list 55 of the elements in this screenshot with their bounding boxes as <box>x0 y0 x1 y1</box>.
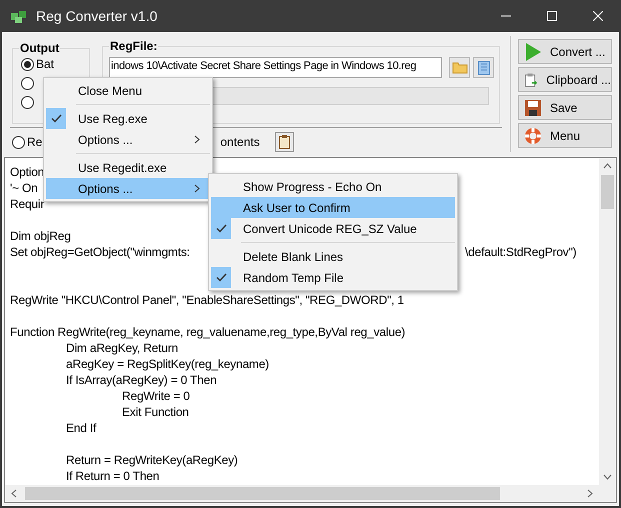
action-button[interactable]: Menu <box>518 123 612 148</box>
app-icon <box>10 8 28 24</box>
action-button[interactable]: Save <box>518 95 612 120</box>
code-line: Requir <box>10 196 44 212</box>
menu-item[interactable]: Convert Unicode REG_SZ Value <box>211 218 455 239</box>
open-folder-button[interactable] <box>449 57 470 78</box>
code-line: If Return = 0 Then <box>65 468 160 484</box>
menu-item[interactable]: Show Progress - Echo On <box>211 176 455 197</box>
action-button[interactable]: Convert ... <box>518 39 612 64</box>
menu-item[interactable]: Use Regedit.exe <box>46 157 210 178</box>
scrollbar-thumb[interactable] <box>601 175 614 209</box>
radio-label: Bat <box>36 57 54 71</box>
radio-label: Re <box>27 134 42 151</box>
code-line: aRegKey = RegSplitKey(reg_keyname) <box>65 356 269 372</box>
code-line: RegWrite = 0 <box>121 388 190 404</box>
code-line: Function RegWrite(reg_keyname, reg_valuename,reg_type,ByVal reg_value) <box>10 324 406 340</box>
menu-item[interactable]: Close Menu <box>46 80 210 101</box>
notepad-icon <box>478 60 490 75</box>
group-title: RegFile: <box>109 38 158 54</box>
clipboard-icon <box>278 135 290 149</box>
code-line: RegWrite "HKCU\Control Panel", "EnableShareSettings", "REG_DWORD", 1 <box>10 292 404 308</box>
code-line: Option <box>10 164 44 180</box>
radio-button[interactable] <box>21 96 34 109</box>
menu-item[interactable]: Options ... <box>46 129 210 150</box>
code-line: Dim aRegKey, Return <box>65 340 178 356</box>
paste-button[interactable] <box>274 132 294 152</box>
menu-item[interactable]: Ask User to Confirm <box>211 197 455 218</box>
menu-item[interactable]: Delete Blank Lines <box>211 246 455 267</box>
horizontal-scrollbar[interactable] <box>5 485 616 502</box>
edit-file-button[interactable] <box>473 57 494 78</box>
code-line: Return = RegWriteKey(aRegKey) <box>65 452 238 468</box>
code-line: \default:StdRegProv") <box>465 244 576 260</box>
code-line: Set objReg=GetObject("winmgmts: <box>10 245 190 259</box>
folder-icon <box>452 61 468 74</box>
code-line: Exit Function <box>121 404 189 420</box>
code-line: If IsArray(aRegKey) = 0 Then <box>65 372 217 388</box>
close-icon <box>593 11 603 21</box>
lifebuoy-icon <box>524 126 542 144</box>
play-icon <box>524 42 542 62</box>
menu-item[interactable]: Options ... <box>46 178 210 199</box>
code-line: '~ On <box>10 180 38 196</box>
radio-button[interactable] <box>21 58 34 70</box>
option-label: ontents <box>220 134 260 151</box>
code-line: End If <box>65 420 96 436</box>
menu-item[interactable]: Use Reg.exe <box>46 108 210 129</box>
scrollbar-thumb[interactable] <box>25 487 500 500</box>
action-button[interactable]: Clipboard ... <box>518 67 612 92</box>
code-line: Dim objReg <box>10 228 71 244</box>
maximize-icon <box>547 11 557 21</box>
menu-item[interactable]: Random Temp File <box>211 267 455 288</box>
radio-button[interactable] <box>12 136 25 148</box>
vertical-scrollbar[interactable] <box>599 158 616 485</box>
window-title: Reg Converter v1.0 <box>36 6 158 26</box>
file-path-field[interactable]: indows 10\Activate Secret Share Settings Page in Windows 10.reg <box>109 57 442 78</box>
radio-button[interactable] <box>21 77 34 90</box>
